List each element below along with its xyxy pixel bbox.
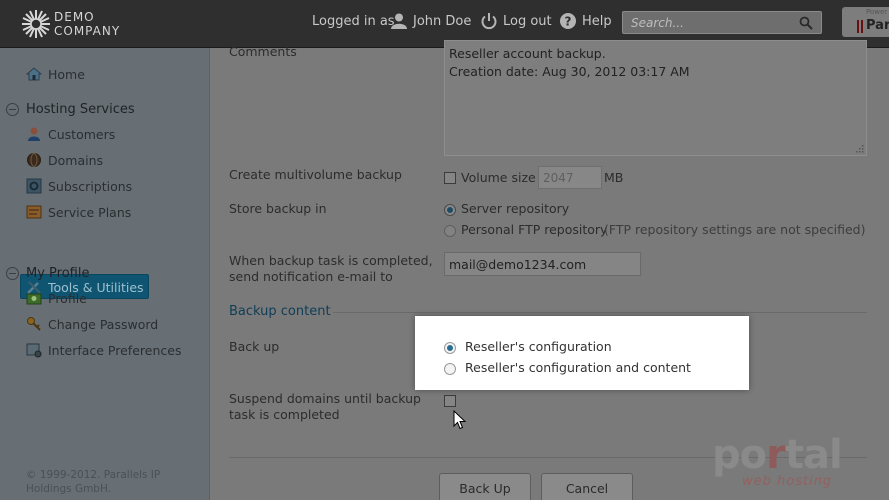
subscriptions-icon	[26, 178, 42, 194]
ftp-repository-note: (FTP repository settings are not specifi…	[604, 222, 866, 237]
watermark-tagline: web hosting	[742, 474, 833, 489]
search-input[interactable]	[623, 12, 793, 33]
sidebar-group-label: Hosting Services	[26, 101, 135, 117]
reseller-configuration-content-label[interactable]: Reseller's configuration and content	[465, 360, 691, 375]
collapse-icon[interactable]	[6, 102, 19, 116]
server-repository-label: Server repository	[461, 201, 570, 216]
sidebar-item-service-plans[interactable]: Service Plans	[26, 201, 131, 223]
suspend-domains-checkbox[interactable]	[444, 395, 456, 407]
key-icon	[27, 317, 41, 331]
reseller-configuration-label[interactable]: Reseller's configuration	[465, 339, 612, 354]
multivolume-checkbox[interactable]	[444, 172, 456, 184]
notify-label-line1: When backup task is completed,	[229, 253, 433, 268]
sidebar-item-label: Service Plans	[48, 204, 132, 220]
company-logo-icon	[22, 10, 50, 38]
profile-icon	[26, 293, 42, 305]
parallels-text: Par	[866, 18, 889, 33]
comments-textarea[interactable]: Reseller account backup. Creation date: …	[444, 40, 867, 156]
company-name-line2: COMPANY	[54, 24, 121, 38]
user-icon	[391, 13, 407, 29]
sidebar-item-label: Change Password	[48, 316, 159, 332]
backup-options-highlight: Reseller's configuration Reseller's conf…	[415, 316, 749, 390]
sidebar: Home Hosting Services Customers Domains …	[0, 48, 210, 500]
watermark-brand: portal	[712, 432, 843, 478]
parallels-badge[interactable]: Power Par	[842, 7, 889, 37]
sidebar-item-domains[interactable]: Domains	[26, 149, 103, 171]
section-divider	[333, 312, 867, 313]
ftp-repository-label: Personal FTP repository	[461, 222, 608, 237]
logout-link[interactable]: Log out	[503, 14, 552, 29]
search-icon[interactable]	[799, 16, 813, 30]
user-name-link[interactable]: John Doe	[413, 14, 471, 29]
sidebar-item-subscriptions[interactable]: Subscriptions	[26, 175, 132, 197]
volume-size-input[interactable]: 2047	[538, 166, 602, 189]
sidebar-item-label: Home	[48, 66, 85, 82]
parallels-bars-icon	[857, 20, 863, 33]
sidebar-item-label: Subscriptions	[48, 178, 133, 194]
back-up-button[interactable]: Back Up	[439, 473, 531, 500]
reseller-configuration-content-radio[interactable]	[444, 363, 456, 375]
comments-line: Reseller account backup.	[449, 46, 606, 61]
home-icon	[26, 67, 42, 81]
service-plans-icon	[26, 205, 42, 219]
help-icon[interactable]: ?	[559, 12, 577, 30]
notify-email-input[interactable]: mail@demo1234.com	[444, 252, 641, 276]
logged-in-label: Logged in as	[312, 14, 395, 29]
domains-icon	[27, 153, 41, 167]
sidebar-item-change-password[interactable]: Change Password	[26, 313, 158, 335]
power-icon[interactable]	[480, 12, 498, 30]
company-name: DEMO COMPANY	[54, 10, 120, 38]
store-backup-label: Store backup in	[229, 201, 327, 216]
customers-icon	[28, 127, 40, 141]
server-repository-radio[interactable]	[444, 204, 456, 216]
multivolume-label: Create multivolume backup	[229, 167, 402, 182]
sidebar-item-profile[interactable]: Profile	[26, 287, 87, 309]
mouse-cursor-icon	[453, 410, 467, 430]
suspend-label-line1: Suspend domains until backup	[229, 391, 421, 406]
parallels-powered-text: Power	[866, 8, 888, 16]
backup-content-heading: Backup content	[229, 304, 331, 319]
comments-label: Comments	[229, 44, 297, 59]
cancel-button[interactable]: Cancel	[541, 473, 633, 500]
sidebar-item-label: Customers	[48, 126, 116, 142]
resize-handle-icon[interactable]	[854, 143, 864, 153]
help-link[interactable]: Help	[582, 14, 612, 29]
search-box[interactable]	[622, 11, 822, 34]
sidebar-item-interface-preferences[interactable]: Interface Preferences	[26, 339, 181, 361]
suspend-label-line2: task is completed	[229, 407, 340, 422]
sidebar-item-customers[interactable]: Customers	[26, 123, 115, 145]
collapse-icon[interactable]	[6, 266, 19, 280]
sidebar-item-home[interactable]: Home	[26, 63, 85, 85]
notify-label-line2: send notification e-mail to	[229, 269, 393, 284]
sidebar-group-my-profile[interactable]: My Profile	[6, 263, 89, 283]
sidebar-item-label: Interface Preferences	[48, 342, 182, 358]
ftp-repository-radio[interactable]	[444, 225, 456, 237]
portal-watermark-logo: portal web hosting	[712, 432, 872, 492]
comments-line: Creation date: Aug 30, 2012 03:17 AM	[449, 64, 690, 79]
company-name-line1: DEMO	[54, 10, 95, 24]
sidebar-item-label: Domains	[48, 152, 104, 168]
copyright-text: © 1999-2012. Parallels IP Holdings GmbH.	[26, 469, 161, 495]
sidebar-group-label: My Profile	[26, 265, 90, 281]
sidebar-group-hosting-services[interactable]: Hosting Services	[6, 99, 135, 119]
volume-size-label: Volume size	[461, 170, 536, 185]
svg-text:?: ?	[565, 15, 572, 29]
reseller-configuration-radio[interactable]	[444, 342, 456, 354]
sidebar-item-label: Profile	[48, 290, 87, 306]
back-up-label: Back up	[229, 339, 280, 354]
volume-unit: MB	[604, 170, 624, 185]
interface-preferences-icon	[26, 343, 42, 358]
